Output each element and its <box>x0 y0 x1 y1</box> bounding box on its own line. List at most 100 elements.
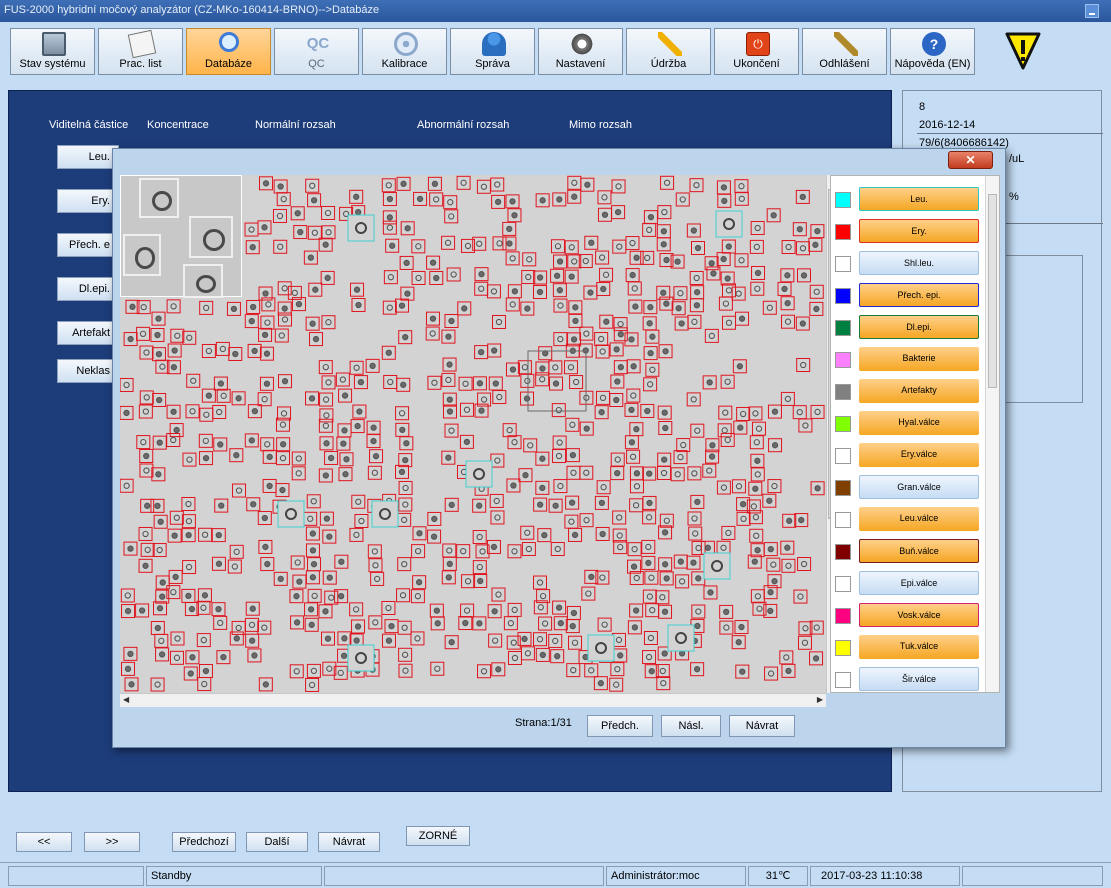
particle-cell[interactable] <box>716 252 731 267</box>
particle-cell[interactable] <box>367 465 382 480</box>
particle-cell[interactable] <box>506 478 521 493</box>
particle-cell[interactable] <box>306 494 321 509</box>
particle-cell[interactable] <box>427 176 442 191</box>
particle-cell[interactable] <box>795 189 810 204</box>
particle-cell[interactable] <box>810 224 825 239</box>
particle-cell[interactable] <box>199 407 214 422</box>
particle-cell[interactable] <box>307 225 322 240</box>
particle-cell[interactable] <box>731 479 746 494</box>
particle-cell[interactable] <box>382 220 397 235</box>
particle-cell[interactable] <box>181 528 196 543</box>
particle-cell[interactable] <box>643 377 658 392</box>
particle-cell[interactable] <box>213 615 228 630</box>
particle-cell[interactable] <box>321 375 336 390</box>
toolbar-button-database[interactable]: Databáze <box>186 28 271 75</box>
particle-cell[interactable] <box>258 539 273 554</box>
particle-cell[interactable] <box>291 451 306 466</box>
particle-cell[interactable] <box>521 542 536 557</box>
particle-cell[interactable] <box>410 589 425 604</box>
particle-cell[interactable] <box>491 662 506 677</box>
particle-cell[interactable] <box>797 557 812 572</box>
particle-image-grid[interactable] <box>120 175 826 693</box>
next-record-button[interactable]: Další <box>246 832 308 852</box>
particle-cell[interactable] <box>318 360 333 375</box>
particle-cell[interactable] <box>487 604 502 619</box>
particle-cell[interactable] <box>337 631 352 646</box>
particle-cell[interactable] <box>338 388 353 403</box>
particle-cell[interactable] <box>491 587 506 602</box>
particle-cell[interactable] <box>751 421 766 436</box>
particle-cell[interactable] <box>798 418 813 433</box>
particle-cell[interactable] <box>657 465 672 480</box>
particle-cell[interactable] <box>226 301 241 316</box>
close-button[interactable]: ✕ <box>948 151 993 169</box>
particle-cell[interactable] <box>581 586 596 601</box>
particle-cell[interactable] <box>229 544 244 559</box>
particle-cell[interactable] <box>199 451 214 466</box>
particle-cell[interactable] <box>472 376 487 391</box>
particle-cell[interactable] <box>382 192 397 207</box>
particle-cell[interactable] <box>458 376 473 391</box>
particle-cell[interactable] <box>413 191 428 206</box>
particle-cell[interactable] <box>553 616 568 631</box>
particle-cell[interactable] <box>383 270 398 285</box>
particle-cell[interactable] <box>686 223 701 238</box>
particle-cell[interactable] <box>689 298 704 313</box>
legend-category-button[interactable]: Leu.válce <box>859 507 979 531</box>
particle-cell[interactable] <box>120 478 134 493</box>
particle-cell-leu[interactable] <box>667 624 695 652</box>
toolbar-button-shutdown[interactable]: ⏻ Ukončení <box>714 28 799 75</box>
particle-cell[interactable] <box>166 299 181 314</box>
particle-cell[interactable] <box>197 677 212 692</box>
particle-cell[interactable] <box>674 316 689 331</box>
particle-cell[interactable] <box>611 205 626 220</box>
particle-cell[interactable] <box>767 404 782 419</box>
particle-cell[interactable] <box>656 224 671 239</box>
particle-cell[interactable] <box>533 575 548 590</box>
particle-cell[interactable] <box>429 603 444 618</box>
particle-cell[interactable] <box>532 285 547 300</box>
particle-cell[interactable] <box>368 615 383 630</box>
particle-cell[interactable] <box>643 300 658 315</box>
particle-cell[interactable] <box>303 250 318 265</box>
particle-cell[interactable] <box>503 616 518 631</box>
particle-cell[interactable] <box>318 237 333 252</box>
particle-cell[interactable] <box>442 556 457 571</box>
image-horizontal-scrollbar[interactable]: ◀ ▶ <box>120 693 826 707</box>
particle-cell[interactable] <box>781 558 796 573</box>
particle-cell[interactable] <box>289 664 304 679</box>
particle-cell[interactable] <box>473 573 488 588</box>
particle-cell[interactable] <box>304 617 319 632</box>
particle-cell[interactable] <box>136 435 151 450</box>
particle-cell[interactable] <box>594 332 609 347</box>
particle-cell[interactable] <box>595 250 610 265</box>
particle-cell[interactable] <box>748 406 763 421</box>
particle-cell[interactable] <box>792 222 807 237</box>
particle-cell[interactable] <box>538 346 553 361</box>
particle-cell[interactable] <box>670 467 685 482</box>
particle-cell[interactable] <box>642 589 657 604</box>
particle-cell[interactable] <box>567 189 582 204</box>
particle-cell-leu[interactable] <box>347 214 375 242</box>
legend-category-button[interactable]: Epi.válce <box>859 571 979 595</box>
particle-cell[interactable] <box>810 404 825 419</box>
particle-cell[interactable] <box>429 270 444 285</box>
particle-cell[interactable] <box>457 301 472 316</box>
particle-cell[interactable] <box>565 619 580 634</box>
particle-cell[interactable] <box>748 481 763 496</box>
particle-cell[interactable] <box>307 588 322 603</box>
particle-cell[interactable] <box>657 452 672 467</box>
particle-cell[interactable] <box>629 422 644 437</box>
particle-cell[interactable] <box>232 483 247 498</box>
particle-cell[interactable] <box>645 329 660 344</box>
particle-cell[interactable] <box>611 179 626 194</box>
particle-cell[interactable] <box>381 345 396 360</box>
particle-cell[interactable] <box>350 282 365 297</box>
particle-cell[interactable] <box>795 316 810 331</box>
particle-cell[interactable] <box>214 498 229 513</box>
particle-cell[interactable] <box>750 453 765 468</box>
particle-cell[interactable] <box>318 418 333 433</box>
particle-cell[interactable] <box>675 192 690 207</box>
particle-cell[interactable] <box>425 326 440 341</box>
particle-cell[interactable] <box>734 179 749 194</box>
